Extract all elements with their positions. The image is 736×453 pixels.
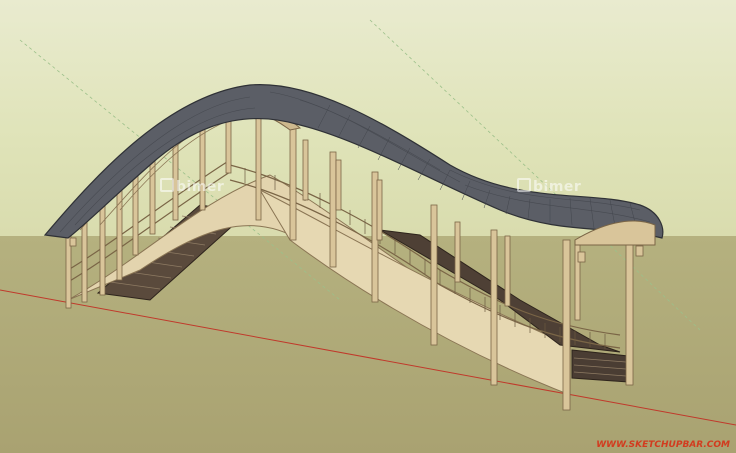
bimer-logo-icon [160, 178, 174, 192]
watermark-left-text: bimer [176, 179, 225, 195]
watermark-right-text: bimer [533, 179, 582, 195]
sketchup-viewport[interactable]: bimer bimer WWW.SKETCHUPBAR.COM [0, 0, 736, 453]
bimer-logo-icon [517, 178, 531, 192]
watermark-right: bimer [517, 178, 581, 195]
bridge-main-beam [258, 188, 571, 396]
watermark-left: bimer [160, 178, 224, 195]
bridge-model[interactable] [0, 0, 736, 453]
right-landing [571, 349, 629, 383]
site-url: WWW.SKETCHUPBAR.COM [596, 440, 730, 450]
